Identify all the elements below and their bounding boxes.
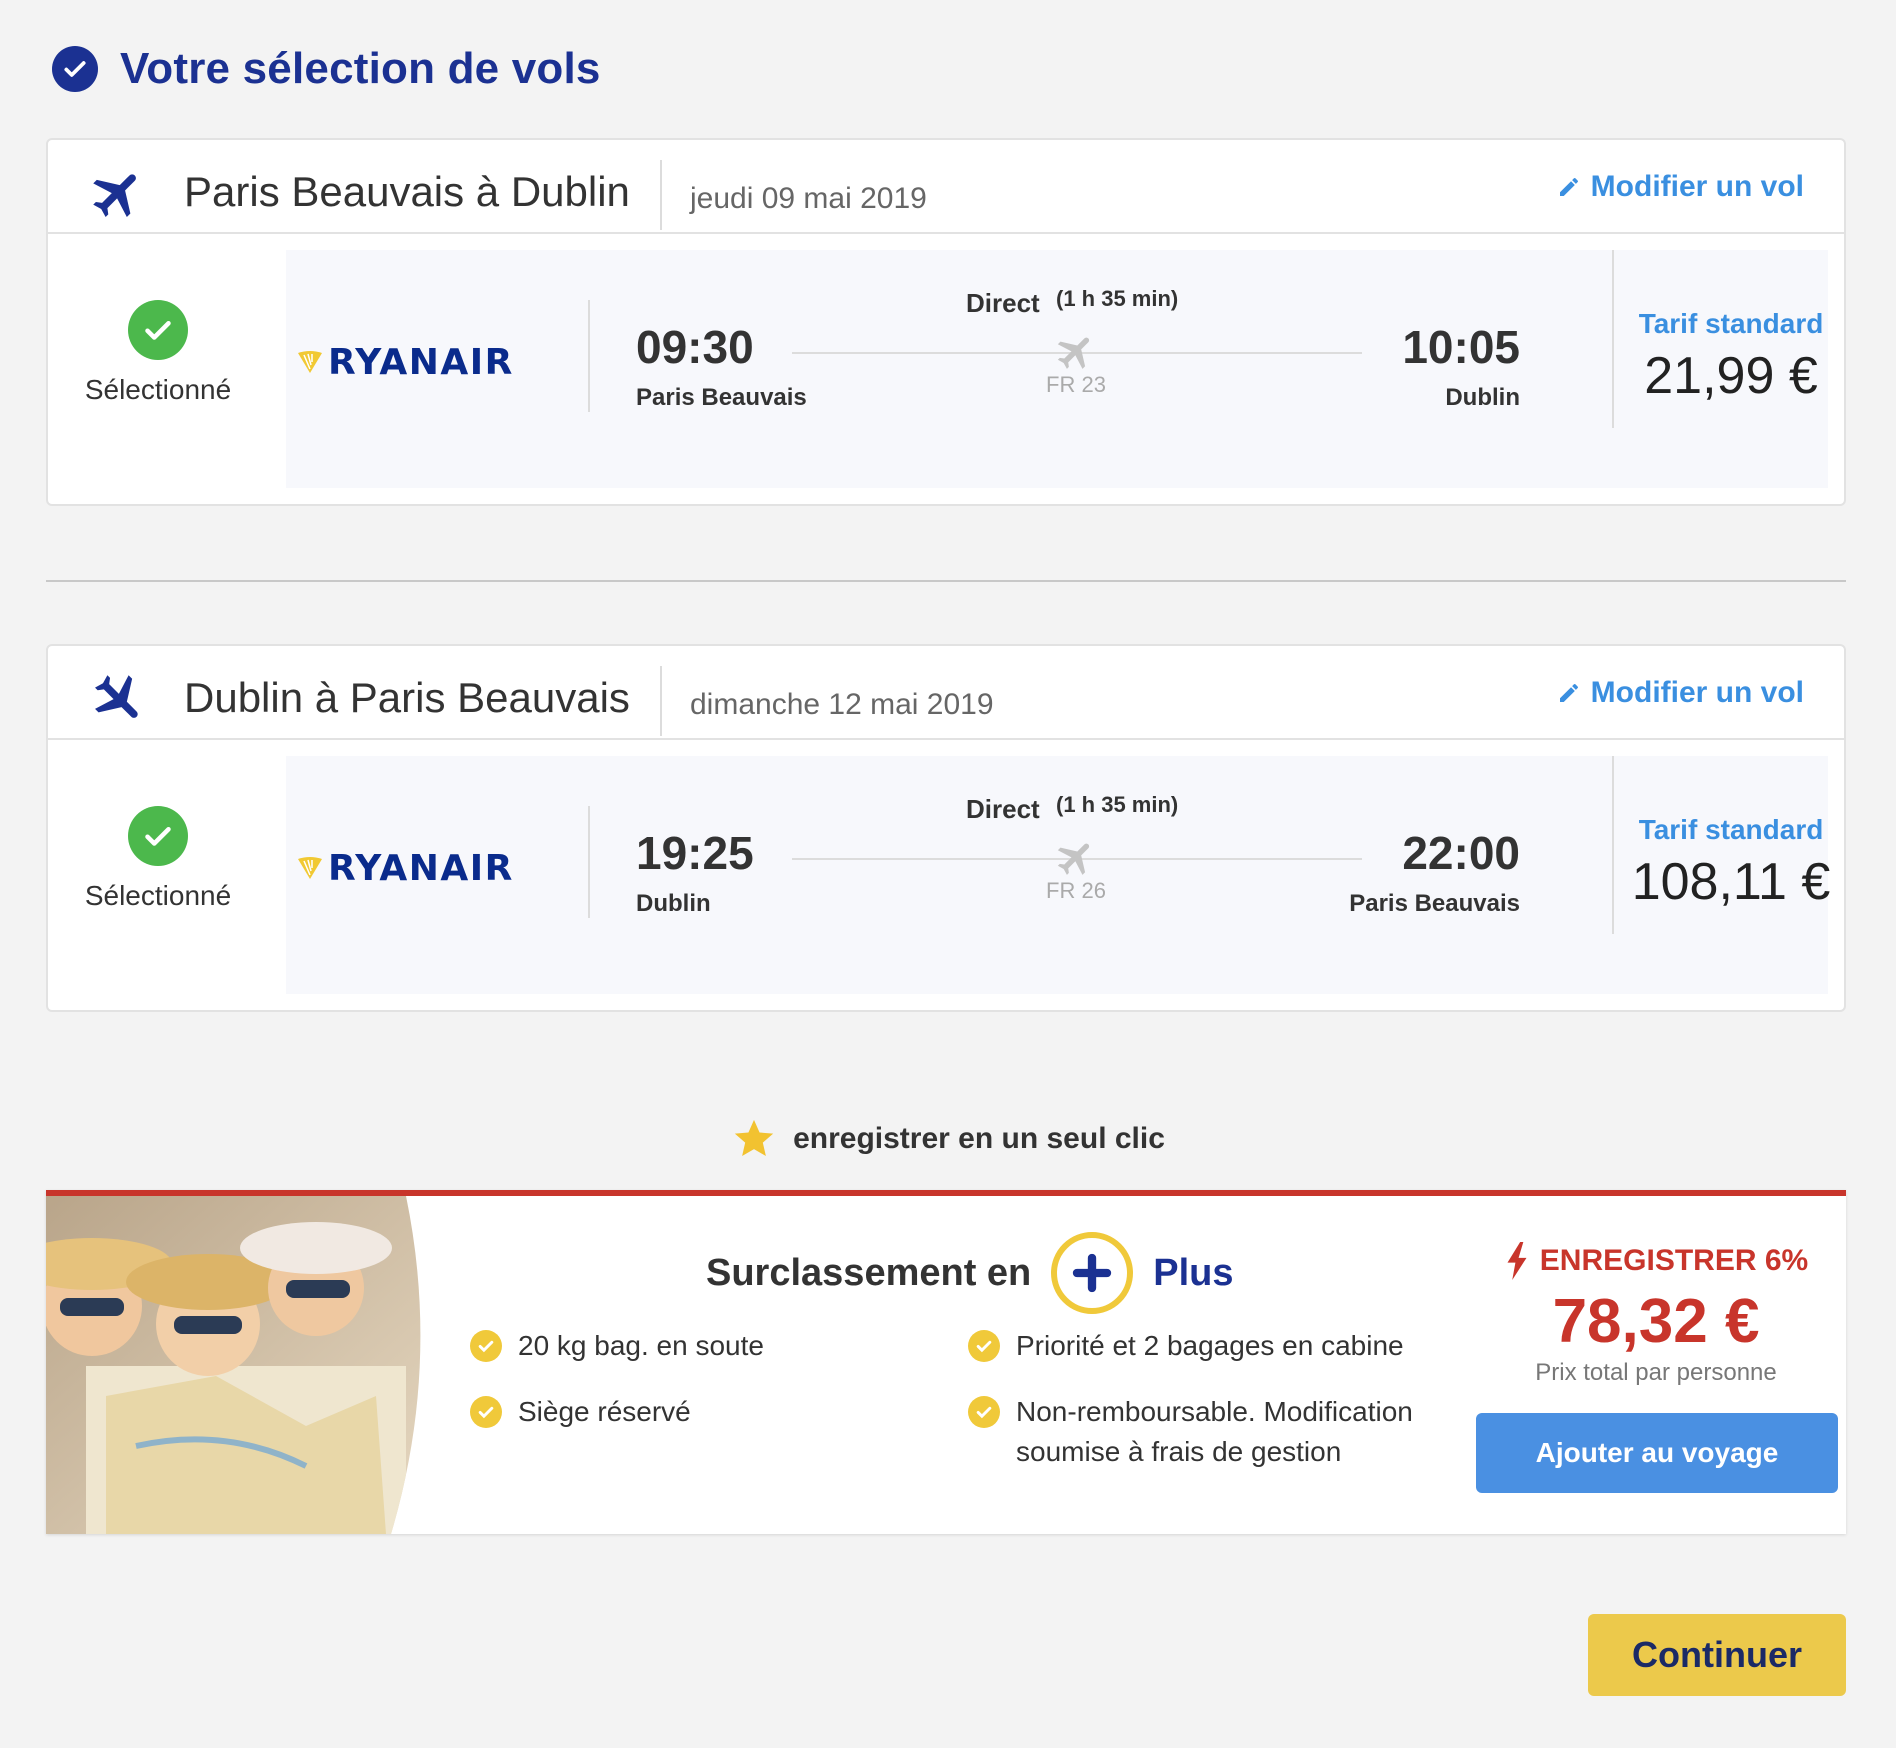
departure-time: 09:30 [636, 321, 754, 373]
feature-text: 20 kg bag. en soute [518, 1330, 764, 1361]
fare-price: 108,11 € [1631, 853, 1831, 911]
flight-number: FR 26 [1046, 878, 1106, 903]
modify-flight-link[interactable]: Modifier un vol [1557, 170, 1804, 204]
departure-time: 19:25 [636, 827, 754, 879]
airline-logo: RYANAIR [296, 848, 514, 889]
selected-status: Sélectionné [48, 740, 284, 1010]
fare-label: Tarif standard [1638, 814, 1824, 845]
flight-date: jeudi 09 mai 2019 [690, 182, 927, 215]
plus-icon [1051, 1232, 1134, 1314]
check-circle-icon [52, 46, 98, 92]
check-circle-icon [968, 1330, 1000, 1362]
discount-badge: ENREGISTRER 6% [1476, 1242, 1836, 1280]
save-banner: enregistrer en un seul clic [0, 1116, 1896, 1162]
arrival-time: 22:00 [1402, 827, 1520, 879]
check-circle-icon [470, 1330, 502, 1362]
page-title: Votre sélection de vols [120, 44, 601, 93]
check-circle-icon [128, 300, 188, 360]
flight-number: FR 23 [1046, 372, 1106, 397]
flight-segment: RYANAIR 09:30 Paris Beauvais Direct (1 h… [286, 250, 1828, 488]
upsell-panel: Surclassement en Plus 20 kg bag. en sout… [46, 1190, 1846, 1534]
flight-date: dimanche 12 mai 2019 [690, 688, 994, 721]
pencil-icon [1559, 177, 1578, 196]
save-banner-text: enregistrer en un seul clic [793, 1122, 1165, 1155]
selected-label: Sélectionné [84, 880, 232, 911]
stop-type: Direct [966, 288, 1040, 318]
flight-route: Paris Beauvais à Dublin [184, 168, 630, 215]
feature-item: 20 kg bag. en soute [470, 1326, 764, 1366]
bolt-icon [1507, 1242, 1527, 1280]
star-icon [734, 1119, 774, 1157]
arrival-city: Paris Beauvais [1349, 890, 1520, 917]
harp-icon [298, 856, 322, 879]
modify-flight-label: Modifier un vol [1590, 170, 1804, 203]
airline-name: RYANAIR [328, 848, 514, 889]
flight-duration: (1 h 35 min) [1056, 792, 1179, 817]
check-circle-icon [968, 1396, 1000, 1428]
harp-icon [298, 350, 322, 373]
arrival-time: 10:05 [1402, 321, 1520, 373]
segment-divider [588, 300, 590, 412]
fare-price: 21,99 € [1644, 347, 1818, 405]
flight-card-header: Dublin à Paris Beauvais dimanche 12 mai … [48, 646, 1844, 740]
discount-label: ENREGISTRER 6% [1539, 1244, 1809, 1277]
plane-icon [1057, 337, 1090, 369]
flight-route: Dublin à Paris Beauvais [184, 674, 630, 721]
page-header: Votre sélection de vols [52, 44, 601, 94]
upsell-brand: Plus [1153, 1251, 1234, 1294]
flight-segment: RYANAIR 19:25 Dublin Direct (1 h 35 min)… [286, 756, 1828, 994]
flight-card-return: Dublin à Paris Beauvais dimanche 12 mai … [46, 644, 1846, 1012]
departure-city: Paris Beauvais [636, 384, 807, 411]
pencil-icon [1559, 683, 1578, 702]
feature-item: Non-remboursable. Modification soumise à… [968, 1392, 1438, 1472]
plane-icon [95, 675, 138, 718]
header-divider [660, 160, 662, 230]
plane-icon [1057, 843, 1090, 875]
feature-item: Priorité et 2 bagages en cabine [968, 1326, 1404, 1366]
feature-item: Siège réservé [470, 1392, 691, 1432]
upsell-price: 78,32 € [1552, 1287, 1760, 1356]
airline-name: RYANAIR [328, 342, 514, 383]
continue-button[interactable]: Continuer [1588, 1614, 1846, 1696]
check-circle-icon [470, 1396, 502, 1428]
upsell-title: Surclassement en Plus [706, 1232, 1234, 1314]
section-divider [46, 580, 1846, 582]
travelers-photo [46, 1196, 421, 1534]
fare-label: Tarif standard [1638, 308, 1824, 339]
airline-logo: RYANAIR [296, 342, 514, 383]
modify-flight-label: Modifier un vol [1590, 676, 1804, 709]
modify-flight-link[interactable]: Modifier un vol [1557, 676, 1804, 710]
add-to-trip-button[interactable]: Ajouter au voyage [1476, 1413, 1838, 1493]
flight-duration: (1 h 35 min) [1056, 286, 1179, 311]
plane-icon [93, 174, 136, 217]
upsell-title-text: Surclassement en [706, 1251, 1032, 1294]
arrival-city: Dublin [1445, 384, 1520, 411]
upsell-offer: ENREGISTRER 6% 78,32 € Prix total par pe… [1476, 1242, 1838, 1493]
departure-city: Dublin [636, 890, 711, 917]
flight-card-header: Paris Beauvais à Dublin jeudi 09 mai 201… [48, 140, 1844, 234]
header-divider [660, 666, 662, 736]
flight-card-body: Sélectionné RYANAIR 19:25 Dublin Direct … [48, 740, 1844, 1010]
feature-text: Siège réservé [518, 1396, 691, 1427]
selected-label: Sélectionné [84, 374, 232, 405]
feature-text: Priorité et 2 bagages en cabine [1016, 1330, 1404, 1361]
flight-card-body: Sélectionné RYANAIR 09:30 Paris Beauvais… [48, 234, 1844, 504]
selected-status: Sélectionné [48, 234, 284, 504]
check-circle-icon [128, 806, 188, 866]
stop-type: Direct [966, 794, 1040, 824]
feature-text: Non-remboursable. Modification soumise à… [1016, 1396, 1413, 1467]
flight-card-outbound: Paris Beauvais à Dublin jeudi 09 mai 201… [46, 138, 1846, 506]
upsell-price-note: Prix total par personne [1535, 1359, 1777, 1386]
segment-divider [588, 806, 590, 918]
